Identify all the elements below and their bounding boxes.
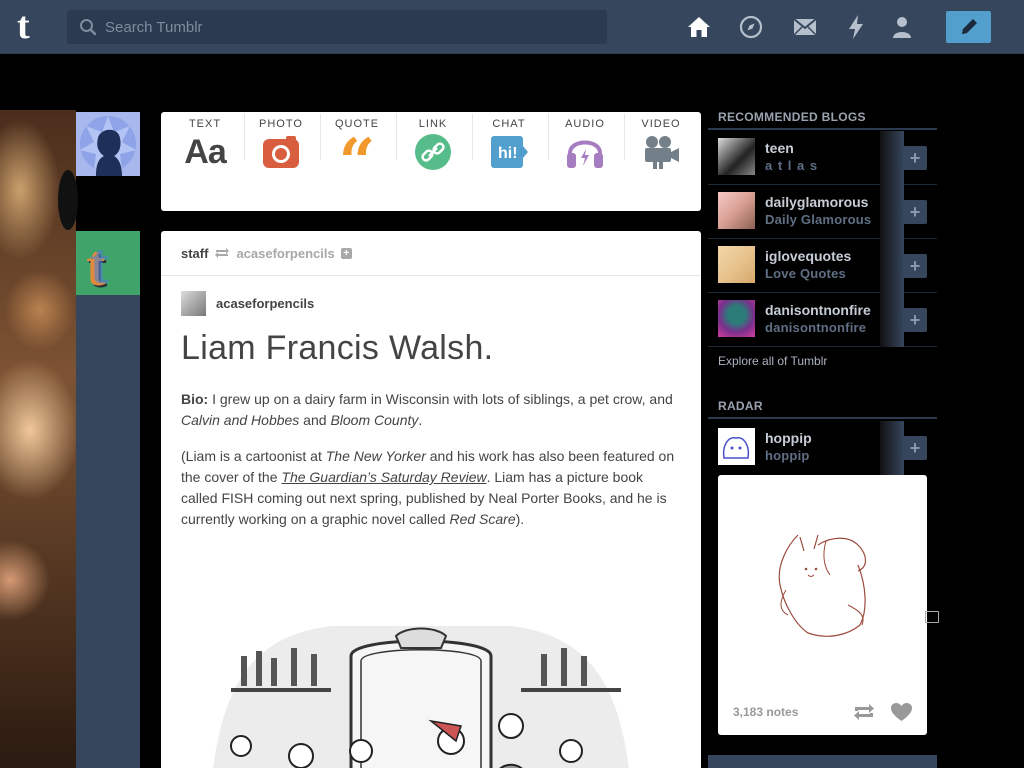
staff-avatar[interactable]: t t t: [76, 231, 140, 295]
post-type-chat[interactable]: CHAT hi!: [471, 118, 547, 178]
post-type-video[interactable]: VIDEO: [623, 118, 699, 178]
post-type-label: AUDIO: [565, 118, 605, 130]
post-type-label: CHAT: [492, 118, 526, 130]
home-icon[interactable]: [684, 12, 714, 42]
post-type-label: VIDEO: [641, 118, 681, 130]
follow-button[interactable]: +: [903, 308, 927, 332]
dashboard: t Search Tumblr t t t TEXT Aa PHOTO QUOT…: [0, 0, 1024, 768]
camera-icon: [243, 134, 319, 170]
post-type-label: TEXT: [188, 118, 222, 130]
bio-italic-1: Calvin and Hobbes: [181, 412, 300, 428]
bio-label: Bio:: [181, 391, 209, 407]
search-icon: [80, 19, 97, 36]
blog-avatar[interactable]: [718, 192, 755, 229]
post-type-link[interactable]: LINK: [395, 118, 471, 178]
top-header: t: [0, 0, 1024, 54]
p2-italic-2: Red Scare: [449, 511, 516, 527]
recommended-blog[interactable]: dailyglamorous Daily Glamorous +: [708, 185, 937, 239]
link-icon: [395, 134, 471, 170]
reblog-icon[interactable]: [853, 703, 875, 721]
notes-count[interactable]: 3,183 notes: [733, 705, 798, 719]
compose-button[interactable]: [946, 11, 991, 43]
post-type-text[interactable]: TEXT Aa: [167, 118, 243, 178]
text-icon: Aa: [184, 132, 226, 171]
blog-name[interactable]: dailyglamorous: [765, 194, 868, 210]
follow-button[interactable]: +: [903, 436, 927, 460]
author-name[interactable]: acaseforpencils: [216, 296, 314, 311]
source-blog-name[interactable]: acaseforpencils: [236, 246, 334, 261]
recommended-blog[interactable]: danisontnonfire danisontnonfire +: [708, 293, 937, 347]
post-author[interactable]: acaseforpencils: [181, 291, 314, 316]
tumblr-logo[interactable]: t: [17, 7, 49, 45]
headphones-icon: [547, 134, 623, 170]
p2-italic-1: The New Yorker: [325, 448, 426, 464]
bio-and: and: [299, 412, 331, 428]
radar-post-card[interactable]: 3,183 notes: [718, 475, 927, 735]
keyboard-icon[interactable]: [925, 611, 939, 623]
video-camera-icon: [623, 134, 699, 170]
sidebar-bottom-bar: [708, 755, 937, 768]
radar-blog[interactable]: hoppip hoppip +: [708, 421, 937, 475]
p2-a: (Liam is a cartoonist at: [181, 448, 326, 464]
post-type-quote[interactable]: QUOTE “: [319, 118, 395, 200]
recommended-blog[interactable]: iglovequotes Love Quotes +: [708, 239, 937, 293]
search-box[interactable]: [67, 10, 607, 44]
search-input[interactable]: [105, 10, 595, 44]
post-avatar-column: [76, 295, 140, 768]
blog-name[interactable]: danisontnonfire: [765, 302, 871, 318]
account-icon[interactable]: [887, 12, 917, 42]
blog-title: hoppip: [765, 448, 810, 463]
bio-text: I grew up on a dairy farm in Wisconsin w…: [208, 391, 673, 407]
follow-button[interactable]: +: [903, 200, 927, 224]
reblog-icon: [215, 248, 230, 258]
radar-post-image: [778, 534, 867, 637]
bio-end: .: [418, 412, 423, 428]
post-type-audio[interactable]: AUDIO: [547, 118, 623, 178]
blog-avatar[interactable]: [718, 246, 755, 283]
svg-text:hi!: hi!: [498, 145, 518, 162]
cartoon-image: [211, 626, 631, 768]
user-avatar[interactable]: [76, 112, 140, 176]
follow-plus-icon[interactable]: +: [340, 247, 352, 259]
dashboard-post: staff acaseforpencils + acaseforpencils …: [161, 231, 701, 768]
blog-name[interactable]: hoppip: [765, 430, 812, 446]
svg-text:t: t: [90, 231, 110, 295]
explore-link[interactable]: Explore all of Tumblr: [718, 354, 827, 368]
pencil-icon: [961, 19, 977, 34]
radar-heading: RADAR: [718, 399, 763, 413]
recommended-blog[interactable]: teen a t l a s +: [708, 131, 937, 185]
blog-title: danisontnonfire: [765, 320, 867, 335]
blog-avatar[interactable]: [718, 428, 755, 465]
blog-name[interactable]: teen: [765, 140, 794, 156]
background-photo: [0, 110, 78, 768]
post-body: Bio: I grew up on a dairy farm in Wiscon…: [181, 389, 681, 545]
follow-button[interactable]: +: [903, 254, 927, 278]
explore-icon[interactable]: [736, 12, 766, 42]
post-type-photo[interactable]: PHOTO: [243, 118, 319, 178]
chat-icon: hi!: [471, 134, 547, 170]
guardian-link[interactable]: The Guardian’s Saturday Review: [281, 469, 486, 485]
reblogger-name[interactable]: staff: [181, 246, 208, 261]
post-type-label: PHOTO: [259, 118, 303, 130]
bio-italic-2: Bloom County: [330, 412, 419, 428]
post-type-bar: TEXT Aa PHOTO QUOTE “ LINK CHAT hi! AUDI…: [161, 112, 701, 211]
blog-avatar[interactable]: [718, 138, 755, 175]
blog-title: Daily Glamorous: [765, 212, 872, 227]
blog-avatar[interactable]: [718, 300, 755, 337]
recommended-heading: RECOMMENDED BLOGS: [718, 110, 866, 124]
blog-title: a t l a s: [765, 158, 819, 173]
post-header: staff acaseforpencils +: [161, 231, 701, 276]
p2-d: ).: [515, 511, 525, 527]
follow-button[interactable]: +: [903, 146, 927, 170]
activity-icon[interactable]: [841, 12, 871, 42]
post-type-label: LINK: [418, 118, 448, 130]
post-title: Liam Francis Walsh.: [181, 329, 494, 367]
like-heart-icon[interactable]: [891, 703, 912, 722]
blog-title: Love Quotes: [765, 266, 846, 281]
blog-name[interactable]: iglovequotes: [765, 248, 851, 264]
quote-icon: “: [338, 125, 376, 200]
author-avatar[interactable]: [181, 291, 206, 316]
inbox-icon[interactable]: [790, 12, 820, 42]
